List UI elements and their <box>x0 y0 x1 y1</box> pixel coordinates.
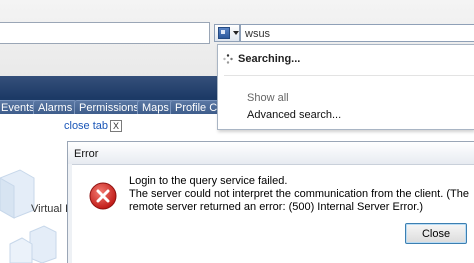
close-button[interactable]: Close <box>405 223 467 244</box>
error-dialog: Error Login to the query service failed.… <box>67 141 474 263</box>
dialog-title: Error <box>74 148 99 160</box>
search-type-dropdown[interactable] <box>214 24 240 42</box>
dropdown-divider <box>224 75 474 76</box>
navigation-header <box>0 76 217 98</box>
chevron-down-icon <box>233 31 239 35</box>
search-input[interactable] <box>240 24 474 42</box>
error-message-line: remote server returned an error: (500) I… <box>129 201 424 213</box>
close-tab-icon[interactable]: X <box>110 120 122 132</box>
tab-profile-compliance[interactable]: Profile Co <box>170 100 217 114</box>
search-status: Searching... <box>238 53 301 65</box>
tab-alarms[interactable]: Alarms <box>33 100 78 114</box>
error-icon <box>89 182 117 210</box>
show-all-link[interactable]: Show all <box>247 92 289 104</box>
search-results-dropdown: Searching... Show all Advanced search... <box>217 44 474 130</box>
inventory-icon <box>218 27 230 39</box>
error-message: Login to the query service failed. The s… <box>129 175 469 214</box>
spinner-icon <box>223 54 233 64</box>
error-message-line: Login to the query service failed. <box>129 175 288 187</box>
close-tab-link[interactable]: close tab <box>64 120 108 132</box>
address-bar[interactable] <box>0 22 210 44</box>
dialog-body: Login to the query service failed. The s… <box>72 164 474 263</box>
error-message-line: The server could not interpret the commu… <box>129 188 469 200</box>
tab-permissions[interactable]: Permissions <box>74 100 144 114</box>
advanced-search-link[interactable]: Advanced search... <box>247 109 341 121</box>
dialog-title-bar[interactable]: Error <box>68 142 474 164</box>
tab-strip: Events Alarms Permissions Maps Profile C… <box>0 98 217 114</box>
virtual-machines-label: Virtual I <box>31 203 69 215</box>
tab-maps[interactable]: Maps <box>137 100 174 114</box>
